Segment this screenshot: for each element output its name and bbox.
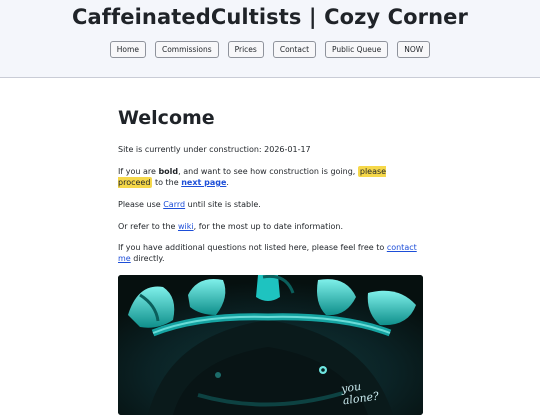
text: . (226, 178, 229, 187)
text: Or refer to the (118, 222, 178, 231)
artwork-caption: you alone? (340, 379, 379, 408)
text: until site is stable. (185, 200, 261, 209)
nav-public-queue-button[interactable]: Public Queue (325, 41, 389, 58)
nav-commissions-button[interactable]: Commissions (154, 41, 219, 58)
text: , for the most up to date information. (193, 222, 344, 231)
text: , and want to see how construction is go… (178, 167, 358, 176)
text: If you are (118, 167, 159, 176)
nav-contact-button[interactable]: Contact (272, 41, 317, 58)
site-title: CaffeinatedCultists | Cozy Corner (72, 5, 468, 29)
next-page-link[interactable]: next page (181, 178, 226, 187)
wiki-link[interactable]: wiki (178, 222, 194, 231)
main-nav: Home Commissions Prices Contact Public Q… (0, 41, 540, 58)
text: directly. (130, 254, 165, 263)
nav-home-button[interactable]: Home (109, 41, 146, 58)
bold-word: bold (158, 167, 179, 176)
nav-prices-button[interactable]: Prices (227, 41, 264, 58)
featured-artwork: you alone? (118, 275, 423, 415)
carrd-link[interactable]: Carrd (163, 200, 185, 209)
construction-notice: Site is currently under construction: 20… (118, 145, 311, 154)
text: If you have additional questions not lis… (118, 243, 387, 252)
nav-now-button[interactable]: NOW (397, 41, 431, 58)
site-header: CaffeinatedCultists | Cozy Corner Home C… (0, 0, 540, 78)
text: to the (152, 178, 182, 187)
wiki-paragraph: Or refer to the wiki, for the most up to… (118, 221, 423, 232)
proceed-paragraph: If you are bold, and want to see how con… (118, 166, 423, 188)
page-heading: Welcome (118, 107, 215, 129)
contact-paragraph: If you have additional questions not lis… (118, 242, 423, 264)
text: Please use (118, 200, 164, 209)
carrd-paragraph: Please use Carrd until site is stable. (118, 199, 423, 210)
